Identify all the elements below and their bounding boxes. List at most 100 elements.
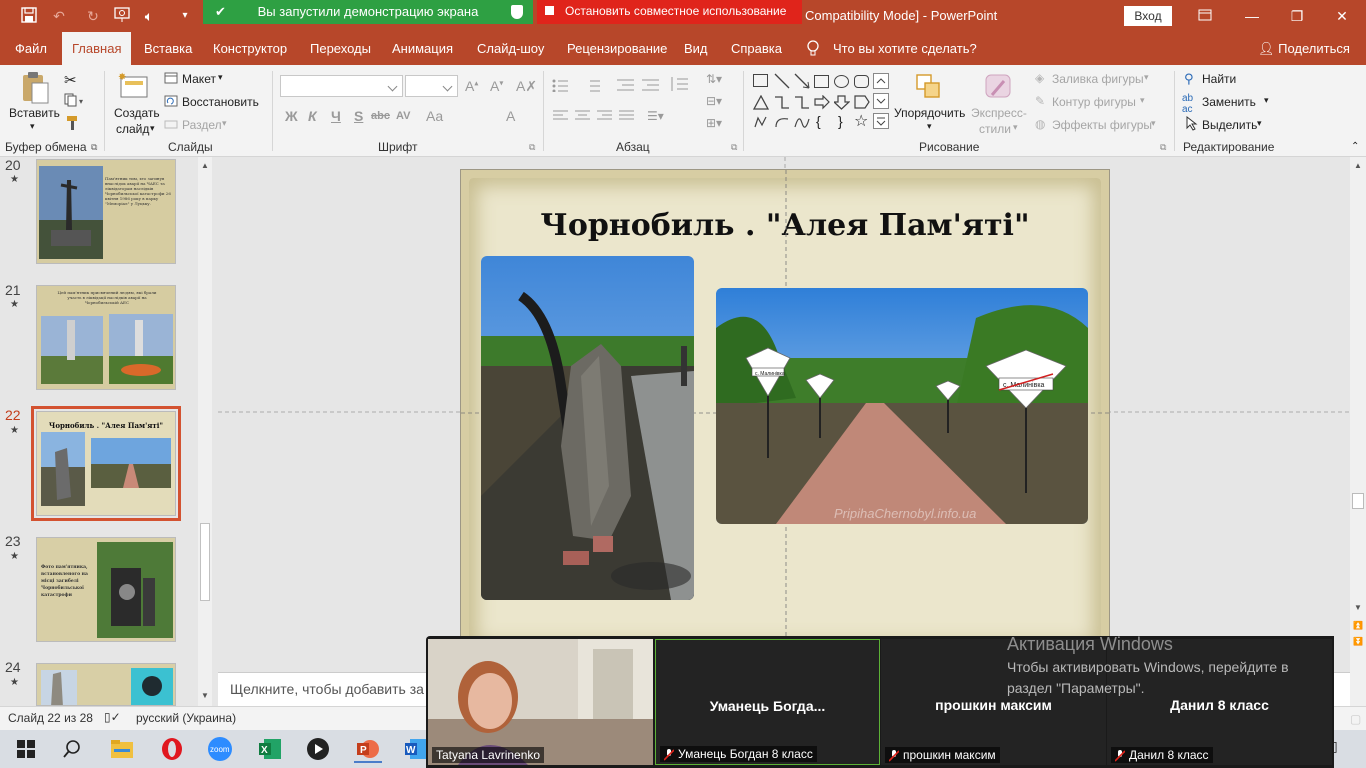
scroll-down-icon[interactable]: ▼	[1354, 603, 1362, 612]
font-name-combo[interactable]	[280, 75, 403, 97]
drawing-launcher-icon[interactable]: ⧉	[1160, 142, 1166, 153]
close-icon[interactable]: ✕	[1332, 6, 1352, 26]
gallery-down-icon[interactable]	[873, 93, 889, 112]
windows-start-icon[interactable]	[12, 735, 40, 763]
powerpoint-icon[interactable]: P	[354, 735, 382, 763]
new-slide-icon[interactable]: ✸	[118, 71, 152, 104]
tab-help[interactable]: Справка	[731, 32, 782, 65]
increase-indent-icon[interactable]	[641, 78, 661, 95]
underline-button[interactable]: Ч	[331, 108, 341, 124]
gallery-up-icon[interactable]	[873, 73, 889, 92]
triangle-shape-icon[interactable]	[752, 94, 770, 113]
paste-dropdown-icon[interactable]: ▾	[30, 121, 35, 132]
language-indicator[interactable]: русский (Украина)	[136, 711, 236, 725]
collapse-ribbon-icon[interactable]: ⌃	[1351, 141, 1359, 152]
line-shape-icon[interactable]	[774, 73, 790, 92]
italic-button[interactable]: К	[308, 108, 317, 124]
scroll-thumb[interactable]	[1352, 493, 1364, 509]
previous-slide-icon[interactable]: ⏫	[1353, 621, 1363, 630]
bold-button[interactable]: Ж	[285, 108, 298, 124]
paragraph-launcher-icon[interactable]: ⧉	[731, 142, 737, 153]
shadow-button[interactable]: S	[354, 108, 363, 124]
minimize-icon[interactable]: —	[1242, 6, 1262, 26]
select-cursor-icon[interactable]	[1186, 115, 1198, 134]
align-left-icon[interactable]	[553, 110, 569, 125]
slide-thumbnail-23[interactable]: Фото пам'ятника, встановленого на місці …	[36, 537, 176, 642]
replace-icon[interactable]: ab ac	[1182, 93, 1193, 115]
tab-slideshow[interactable]: Слайд-шоу	[477, 32, 544, 65]
replace-dropdown-icon[interactable]: ▾	[1264, 95, 1269, 106]
elbow-connector-icon[interactable]	[774, 95, 790, 113]
change-case-button[interactable]: Aa	[426, 108, 443, 124]
decrease-indent-icon[interactable]	[616, 78, 636, 95]
justify-icon[interactable]	[619, 110, 635, 125]
participant-tile-2[interactable]: Уманець Богда... Уманець Богдан 8 класс	[655, 639, 880, 765]
reset-icon[interactable]	[164, 95, 178, 110]
grow-font-icon[interactable]: A▴	[465, 78, 478, 94]
alley-of-memory-photo[interactable]: с. Малинівка с. Малинівка PripihaChernob…	[716, 288, 1088, 524]
ribbon-display-options-icon[interactable]	[1195, 6, 1215, 26]
layout-icon[interactable]	[164, 72, 178, 87]
scroll-up-icon[interactable]: ▲	[1354, 161, 1362, 170]
strikethrough-button[interactable]: abc	[371, 110, 390, 122]
current-slide[interactable]: Чорнобиль . "Алея Пам'яті" с. Малинівка …	[460, 169, 1111, 660]
search-icon[interactable]	[58, 735, 86, 763]
bullets-icon[interactable]	[552, 78, 580, 95]
next-slide-icon[interactable]: ⏬	[1353, 637, 1363, 646]
sign-in-button[interactable]: Вход	[1124, 6, 1172, 26]
oval-shape-icon[interactable]	[834, 75, 849, 88]
layout-button[interactable]: Макет	[182, 72, 216, 86]
slide-title[interactable]: Чорнобиль . "Алея Пам'яті"	[461, 208, 1109, 243]
tab-home[interactable]: Главная	[62, 32, 132, 65]
copy-icon[interactable]: ▾	[64, 93, 86, 110]
slide-thumbnail-21[interactable]: Цей пам'ятник присвячений людям, які бра…	[36, 285, 176, 390]
spellcheck-icon[interactable]: ▯✓	[104, 710, 121, 724]
scroll-thumb[interactable]	[200, 523, 210, 601]
shapes-gallery[interactable]: { } ☆	[750, 71, 890, 137]
smartart-icon[interactable]: ⊞▾	[706, 116, 722, 130]
memorial-stone-photo[interactable]	[481, 256, 694, 600]
rectangle-shape-icon[interactable]	[814, 75, 829, 88]
curve-shape-icon[interactable]	[794, 115, 810, 133]
tab-review[interactable]: Рецензирование	[567, 32, 667, 65]
right-arrow-shape-icon[interactable]	[814, 94, 830, 113]
arrange-icon[interactable]	[915, 73, 943, 104]
new-slide-label-2[interactable]: слайд	[116, 122, 149, 136]
font-size-combo[interactable]	[405, 75, 458, 97]
gallery-more-icon[interactable]	[873, 113, 889, 132]
tab-insert[interactable]: Вставка	[144, 32, 192, 65]
tab-file[interactable]: Файл	[15, 32, 47, 65]
save-icon[interactable]	[20, 7, 38, 25]
tab-design[interactable]: Конструктор	[213, 32, 287, 65]
cut-icon[interactable]: ✂	[64, 71, 77, 89]
slide-editor[interactable]: Чорнобиль . "Алея Пам'яті" с. Малинівка …	[218, 157, 1350, 669]
font-launcher-icon[interactable]: ⧉	[529, 142, 535, 153]
opera-icon[interactable]	[158, 735, 186, 763]
participant-tile-video[interactable]: Tatyana Lavrinenko	[428, 639, 653, 765]
tell-me-search[interactable]: Что вы хотите сделать?	[833, 32, 977, 65]
numbering-icon[interactable]	[584, 78, 612, 95]
paste-icon[interactable]	[20, 71, 50, 110]
elbow-arrow-icon[interactable]	[794, 95, 810, 113]
slide-thumbnail-24[interactable]	[36, 663, 176, 706]
format-painter-icon[interactable]	[66, 115, 80, 134]
zoom-icon[interactable]: zoom	[206, 735, 234, 763]
clipboard-launcher-icon[interactable]: ⧉	[91, 142, 97, 153]
media-player-icon[interactable]	[304, 735, 332, 763]
new-slide-dropdown-icon[interactable]: ▾	[150, 123, 155, 134]
arrange-button[interactable]: Упорядочить	[894, 106, 965, 120]
scroll-up-icon[interactable]: ▲	[201, 161, 209, 170]
thumbnails-scrollbar[interactable]: ▲ ▼	[198, 157, 212, 706]
select-dropdown-icon[interactable]: ▾	[1257, 118, 1262, 129]
align-text-icon[interactable]: ⊟▾	[706, 94, 722, 108]
undo-icon[interactable]: ↶	[50, 7, 68, 25]
tab-animations[interactable]: Анимация	[392, 32, 453, 65]
right-brace-icon[interactable]: }	[838, 113, 843, 129]
align-right-icon[interactable]	[597, 110, 613, 125]
align-center-icon[interactable]	[575, 110, 591, 125]
restore-icon[interactable]: ❐	[1287, 6, 1307, 26]
select-button[interactable]: Выделить	[1202, 118, 1257, 132]
rounded-rect-shape-icon[interactable]	[854, 75, 869, 88]
notes-placeholder[interactable]: Щелкните, чтобы добавить за	[230, 681, 424, 697]
editor-scrollbar[interactable]: ▲ ▼ ⏫ ⏬	[1350, 157, 1366, 706]
